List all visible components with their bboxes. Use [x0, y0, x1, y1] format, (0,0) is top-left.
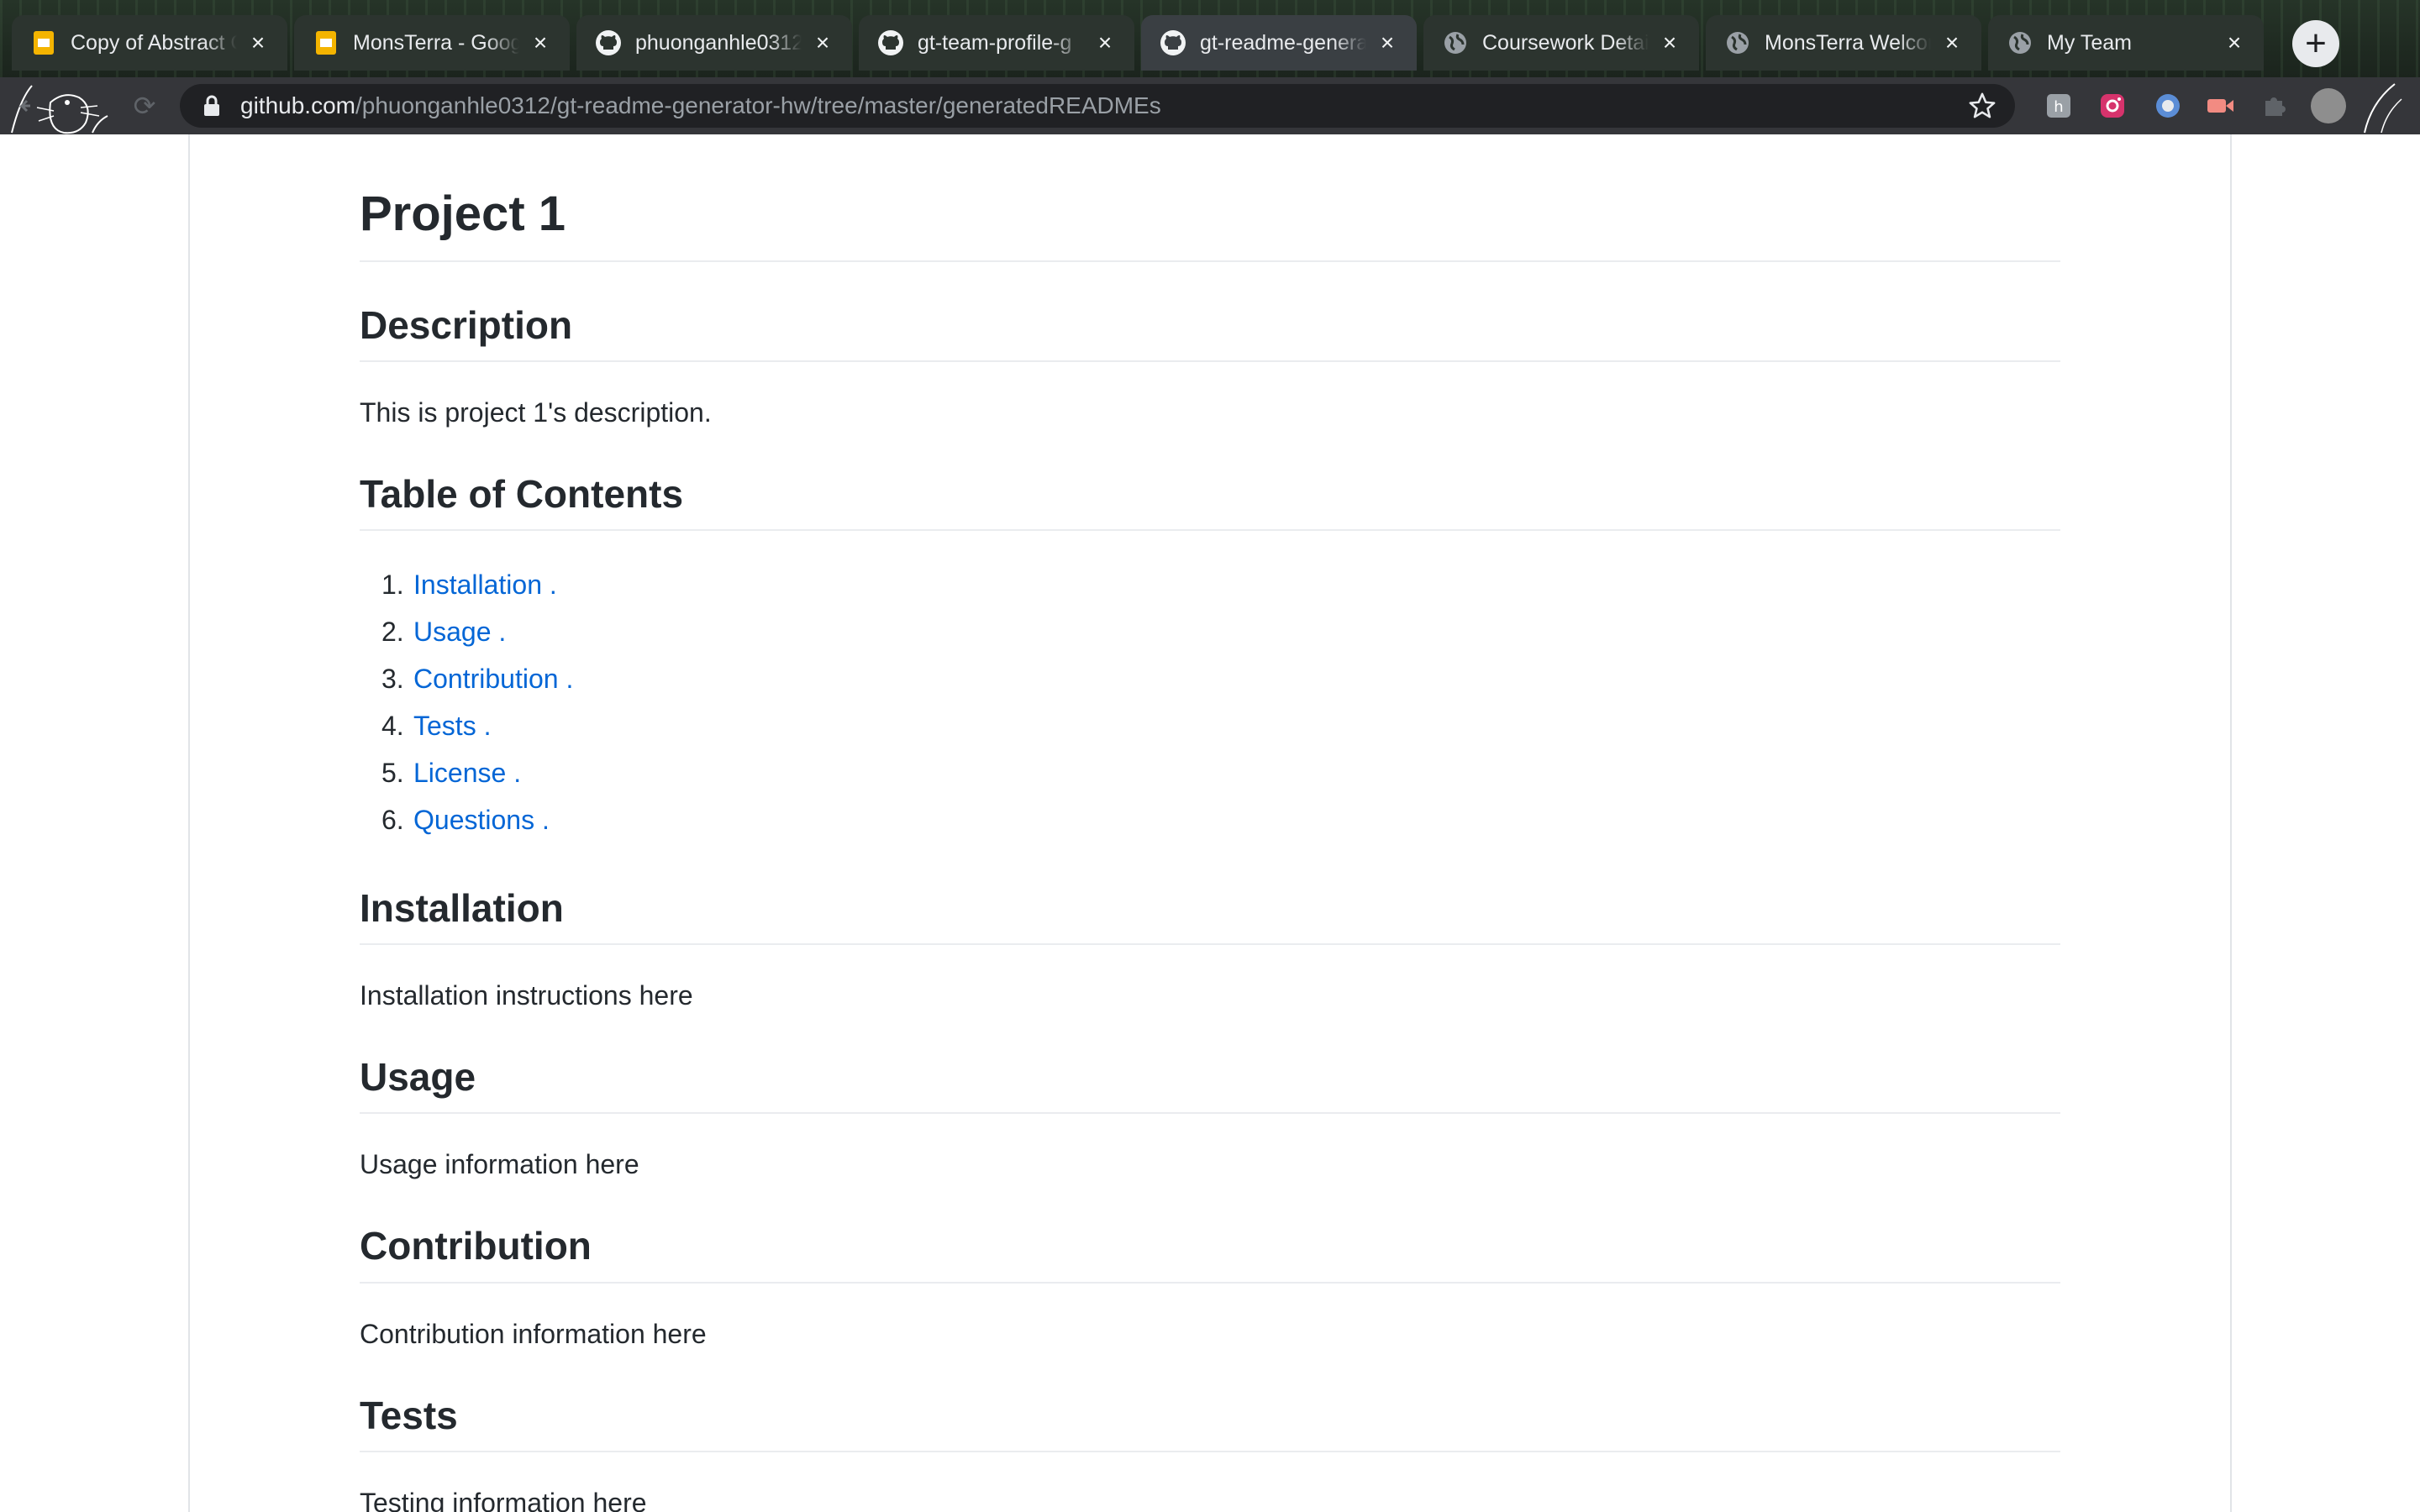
- circle-extension-icon[interactable]: [2153, 91, 2183, 121]
- url-path: /phuonganhle0312/gt-readme-generator-hw/…: [355, 92, 1161, 118]
- tab-copy-of-abstract[interactable]: Copy of Abstract C ×: [12, 15, 287, 71]
- description-heading: Description: [360, 302, 2060, 362]
- toc-item: 1. Installation .: [381, 561, 2060, 608]
- tab-monsterra-google[interactable]: MonsTerra - Goog ×: [294, 15, 570, 71]
- svg-text:h: h: [2054, 98, 2063, 116]
- tab-title: Copy of Abstract C: [71, 30, 237, 55]
- readme-title: Project 1: [360, 185, 2060, 262]
- h-extension-icon[interactable]: h: [2044, 91, 2074, 121]
- toc-link-contribution[interactable]: Contribution .: [413, 655, 573, 702]
- github-icon: [877, 29, 904, 56]
- close-icon[interactable]: ×: [1092, 30, 1118, 55]
- description-text: This is project 1's description.: [360, 396, 712, 428]
- tab-my-team[interactable]: My Team ×: [1988, 15, 2264, 71]
- browser-toolbar: ⟳ github.com/phuonganhle0312/gt-readme-g…: [0, 77, 2420, 134]
- toc-heading: Table of Contents: [360, 471, 2060, 531]
- contribution-text: Contribution information here: [360, 1318, 707, 1349]
- toc-item: 3. Contribution .: [381, 655, 2060, 702]
- globe-icon: [2007, 29, 2033, 56]
- tab-title: My Team: [2047, 30, 2132, 55]
- close-icon[interactable]: ×: [1939, 30, 1965, 55]
- installation-heading: Installation: [360, 885, 2060, 946]
- profile-avatar[interactable]: [2311, 88, 2346, 123]
- toc-item: 6. Questions .: [381, 796, 2060, 843]
- tab-title: gt-team-profile-g: [918, 30, 1072, 55]
- tests-text: Testing information here: [360, 1487, 647, 1512]
- tab-gt-team-profile[interactable]: gt-team-profile-g ×: [859, 15, 1134, 71]
- close-icon[interactable]: ×: [2222, 30, 2247, 55]
- theme-artwork: [11, 85, 108, 134]
- toc-number: 5.: [381, 757, 404, 788]
- tab-gt-readme-generator[interactable]: gt-readme-genera ×: [1141, 15, 1417, 71]
- toc-link-installation[interactable]: Installation .: [413, 561, 557, 608]
- toc-item: 4. Tests .: [381, 702, 2060, 749]
- toc-link-license[interactable]: License .: [413, 749, 521, 796]
- toc-item: 2. Usage .: [381, 608, 2060, 655]
- toc-number: 1.: [381, 569, 404, 600]
- google-slides-icon: [30, 29, 57, 56]
- github-icon: [595, 29, 622, 56]
- readme-markdown: Project 1 Description This is project 1'…: [360, 185, 2060, 1512]
- toc-number: 3.: [381, 663, 404, 694]
- video-extension-icon[interactable]: [2205, 91, 2235, 121]
- usage-text: Usage information here: [360, 1149, 639, 1180]
- puzzle-icon[interactable]: [2259, 91, 2289, 121]
- url-text: github.com/phuonganhle0312/gt-readme-gen…: [240, 92, 1161, 119]
- toc-number: 2.: [381, 616, 404, 647]
- toc-link-tests[interactable]: Tests .: [413, 702, 491, 749]
- toc-link-usage[interactable]: Usage .: [413, 608, 506, 655]
- tests-heading: Tests: [360, 1393, 2060, 1452]
- reload-icon[interactable]: ⟳: [128, 89, 161, 123]
- url-domain: github.com: [240, 92, 355, 118]
- theme-artwork: [2364, 83, 2402, 134]
- tab-strip: Copy of Abstract C × MonsTerra - Goog × …: [0, 0, 2420, 77]
- globe-icon: [1442, 29, 1469, 56]
- toc-list: 1. Installation . 2. Usage . 3. Contributio…: [360, 561, 2060, 843]
- toc-number: 4.: [381, 710, 404, 741]
- tab-title: MonsTerra - Goog: [353, 30, 519, 55]
- close-icon[interactable]: ×: [245, 30, 271, 55]
- tab-title: MonsTerra Welcon: [1765, 30, 1931, 55]
- globe-icon: [1724, 29, 1751, 56]
- close-icon[interactable]: ×: [1657, 30, 1682, 55]
- page-content: Project 1 Description This is project 1'…: [0, 134, 2420, 1512]
- contribution-heading: Contribution: [360, 1223, 2060, 1284]
- address-bar[interactable]: github.com/phuonganhle0312/gt-readme-gen…: [180, 84, 2015, 128]
- tab-coursework-detail[interactable]: Coursework Detail ×: [1423, 15, 1699, 71]
- toc-item: 5. License .: [381, 749, 2060, 796]
- usage-heading: Usage: [360, 1054, 2060, 1115]
- close-icon[interactable]: ×: [810, 30, 835, 55]
- lock-icon[interactable]: [202, 94, 222, 118]
- tab-title: Coursework Detail: [1482, 30, 1649, 55]
- github-icon: [1160, 29, 1186, 56]
- close-icon[interactable]: ×: [528, 30, 553, 55]
- tab-monsterra-welcome[interactable]: MonsTerra Welcon ×: [1706, 15, 1981, 71]
- google-slides-icon: [313, 29, 339, 56]
- tab-phuonganhle0312[interactable]: phuonganhle0312/ ×: [576, 15, 852, 71]
- toc-number: 6.: [381, 804, 404, 835]
- close-icon[interactable]: ×: [1375, 30, 1400, 55]
- installation-text: Installation instructions here: [360, 980, 693, 1011]
- toc-link-questions[interactable]: Questions .: [413, 796, 550, 843]
- tab-title: gt-readme-genera: [1200, 30, 1366, 55]
- tab-title: phuonganhle0312/: [635, 30, 802, 55]
- bookmark-star-icon[interactable]: [1968, 92, 1996, 120]
- new-tab-button[interactable]: +: [2292, 20, 2339, 67]
- instagram-icon[interactable]: [2097, 91, 2128, 121]
